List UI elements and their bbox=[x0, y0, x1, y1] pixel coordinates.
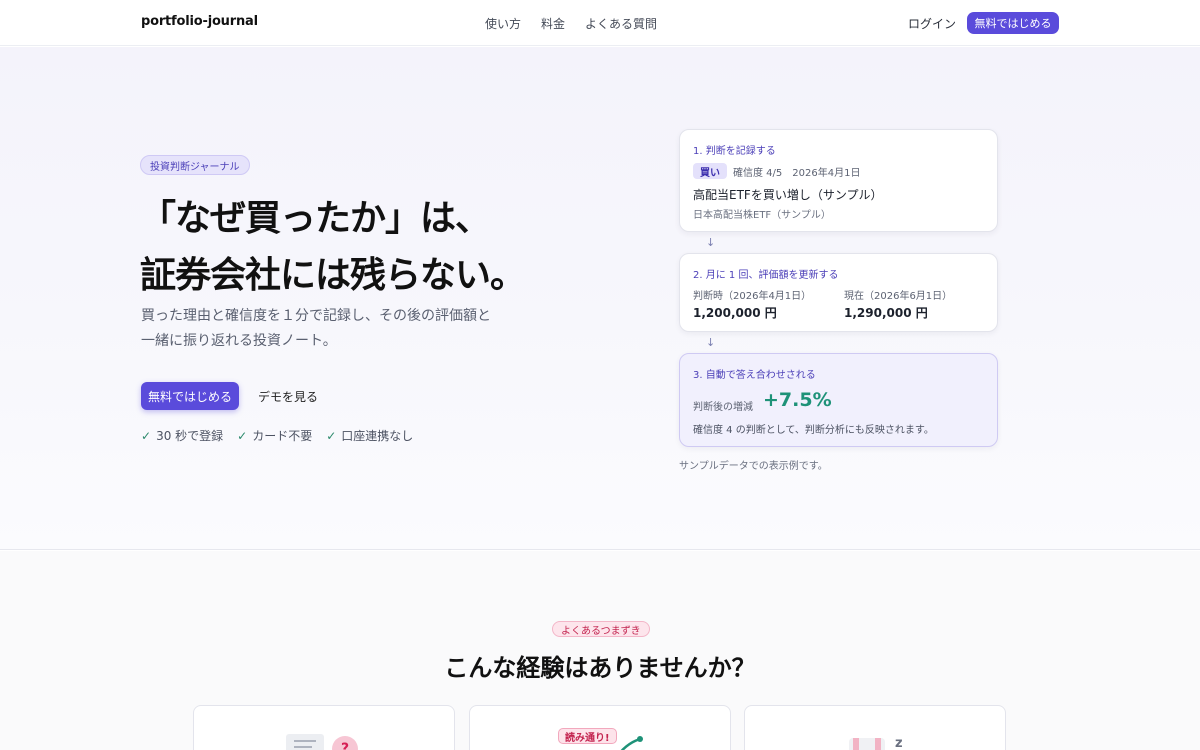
check-label: 口座連携なし bbox=[341, 429, 414, 443]
document-icon bbox=[286, 734, 324, 750]
gift-box-icon bbox=[849, 738, 885, 750]
problems-title: こんな経験はありませんか？ bbox=[444, 654, 756, 682]
hero-pill: 投資判断ジャーナル bbox=[140, 155, 250, 175]
site-header: portfolio-journal 使い方 料金 よくある質問 ログイン 無料で… bbox=[0, 0, 1200, 46]
arrow-down-icon: ↓ bbox=[706, 236, 716, 249]
step2-card: 2. 月に 1 回、評価額を更新する 判断時（2026年4月1日） 1,200,… bbox=[679, 253, 998, 332]
trade-subtitle: 日本高配当株ETF（サンプル） bbox=[693, 210, 831, 221]
problems-pill: よくあるつまずき bbox=[552, 621, 650, 637]
change-value: +7.5% bbox=[763, 389, 832, 411]
step3-title: 3. 自動で答え合わせされる bbox=[693, 370, 816, 381]
nav-item-pricing[interactable]: 料金 bbox=[541, 15, 565, 32]
trade-title: 高配当ETFを買い増し（サンプル） bbox=[693, 188, 883, 202]
step3-note: 確信度 4 の判断として、判断分析にも反映されます。 bbox=[693, 425, 934, 436]
step3-card: 3. 自動で答え合わせされる 判断後の増減 +7.5% 確信度 4 の判断として… bbox=[679, 353, 998, 447]
hero-lead: 買った理由と確信度を１分で記録し、その後の評価額と 一緒に振り返れる投資ノート。 bbox=[141, 304, 541, 354]
step1-card: 1. 判断を記録する 買い 確信度 4/5 2026年4月1日 高配当ETFを買… bbox=[679, 129, 998, 232]
current-value: 1,290,000 円 bbox=[844, 306, 928, 320]
problem-card: 読み通り! bbox=[469, 705, 731, 750]
problem-card: ? bbox=[193, 705, 455, 750]
demo-button[interactable]: デモを見る bbox=[252, 382, 324, 410]
decision-time-value: 1,200,000 円 bbox=[693, 306, 777, 320]
nav-item-faq[interactable]: よくある質問 bbox=[585, 15, 657, 32]
hero-lead-line1: 買った理由と確信度を１分で記録し、その後の評価額と bbox=[141, 308, 491, 324]
sample-note: サンプルデータでの表示例です。 bbox=[679, 461, 828, 472]
hero-title-line2: 証券会社には残らない。 bbox=[140, 255, 526, 296]
hero-checklist: ✓ 30 秒で登録 ✓ カード不要 ✓ 口座連携なし bbox=[141, 427, 413, 444]
problem-card: z bbox=[744, 705, 1006, 750]
main-nav: 使い方 料金 よくある質問 bbox=[485, 15, 657, 32]
nav-item-how-to[interactable]: 使い方 bbox=[485, 15, 521, 32]
current-label: 現在（2026年6月1日） bbox=[844, 291, 953, 302]
sleep-icon: z bbox=[895, 736, 903, 750]
check-label: カード不要 bbox=[252, 429, 313, 443]
check-item: ✓ 口座連携なし bbox=[326, 427, 413, 444]
check-icon: ✓ bbox=[141, 428, 152, 443]
check-item: ✓ カード不要 bbox=[237, 427, 312, 444]
check-label: 30 秒で登録 bbox=[156, 429, 224, 443]
step1-meta: 確信度 4/5 2026年4月1日 bbox=[733, 168, 861, 179]
logo[interactable]: portfolio-journal bbox=[141, 14, 258, 29]
login-link[interactable]: ログイン bbox=[908, 15, 956, 32]
step2-title: 2. 月に 1 回、評価額を更新する bbox=[693, 270, 839, 281]
buy-tag: 買い bbox=[693, 163, 727, 179]
question-icon: ? bbox=[332, 736, 358, 750]
hero-signup-button[interactable]: 無料ではじめる bbox=[141, 382, 239, 410]
decision-time-label: 判断時（2026年4月1日） bbox=[693, 291, 812, 302]
hero-lead-line2: 一緒に振り返れる投資ノート。 bbox=[141, 333, 337, 349]
step1-title: 1. 判断を記録する bbox=[693, 146, 776, 157]
speech-bubble: 読み通り! bbox=[558, 728, 617, 744]
check-item: ✓ 30 秒で登録 bbox=[141, 427, 223, 444]
hero-title-line1: 「なぜ買ったか」は、 bbox=[140, 198, 491, 239]
hero-title: 「なぜ買ったか」は、 証券会社には残らない。 bbox=[140, 190, 620, 304]
arrow-down-icon: ↓ bbox=[706, 336, 716, 349]
check-icon: ✓ bbox=[237, 428, 248, 443]
header-signup-button[interactable]: 無料ではじめる bbox=[967, 12, 1059, 34]
change-label: 判断後の増減 bbox=[693, 402, 753, 413]
trend-up-icon bbox=[620, 736, 643, 750]
check-icon: ✓ bbox=[326, 428, 337, 443]
